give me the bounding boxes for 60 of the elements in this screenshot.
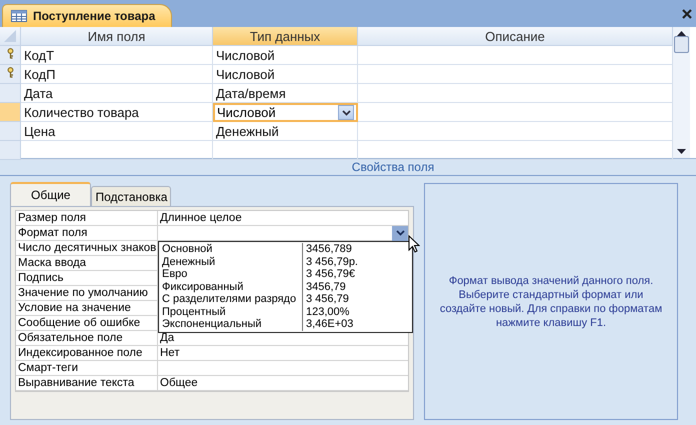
property-value[interactable]: Общее — [158, 376, 408, 391]
property-label: Размер поля — [16, 211, 158, 226]
format-example: 3 456,79€ — [305, 268, 356, 280]
property-label: Подпись — [16, 271, 158, 286]
format-example: 3456,79 — [305, 280, 347, 293]
key-icon — [6, 67, 14, 78]
format-option[interactable]: Денежный — [159, 256, 303, 268]
scrollbar[interactable] — [673, 27, 690, 158]
property-label: Обязательное поле — [16, 331, 158, 346]
property-label: Значение по умолчанию — [16, 286, 158, 301]
data-type-cell: Числовой — [213, 46, 358, 65]
field-name-cell: Количество товара — [21, 103, 213, 122]
table-icon — [11, 10, 27, 22]
format-example: 3 456,79р. — [305, 256, 359, 268]
format-example: 123,00% — [305, 306, 350, 318]
property-label: Число десятичных знаков — [16, 241, 158, 256]
data-type-cell: Числовой — [213, 65, 358, 84]
property-tab[interactable]: Общие — [10, 182, 92, 206]
format-option[interactable]: Евро — [159, 268, 303, 280]
row-selector[interactable] — [0, 46, 21, 65]
property-label: Индексированное поле — [16, 346, 158, 361]
format-option[interactable]: Фиксированный — [159, 280, 303, 293]
chevron-down-icon — [342, 110, 350, 116]
chevron-down-icon — [396, 230, 404, 236]
format-example: 3,46E+03 — [305, 318, 354, 330]
property-label: Выравнивание текста — [16, 376, 158, 391]
data-type-dropdown[interactable]: Числовой — [213, 103, 358, 122]
column-header[interactable]: Имя поля — [21, 27, 213, 46]
scroll-down-icon[interactable] — [677, 149, 686, 154]
empty-cell[interactable] — [213, 141, 358, 160]
field-name-cell: КодТ — [21, 46, 213, 65]
property-label: Смарт-теги — [16, 361, 158, 376]
property-label: Маска ввода — [16, 256, 158, 271]
field-name-cell: КодП — [21, 65, 213, 84]
property-tab[interactable]: Подстановка — [91, 186, 172, 206]
data-type-cell: Денежный — [213, 122, 358, 141]
section-title: Свойства поля — [352, 160, 434, 174]
dropdown-button[interactable] — [392, 226, 408, 240]
format-option[interactable]: Основной — [159, 243, 303, 256]
format-example: 3456,789 — [305, 243, 353, 256]
property-label: Сообщение об ошибке — [16, 316, 158, 331]
property-label: Формат поля — [16, 226, 158, 241]
format-option[interactable]: С разделителями разрядо — [159, 293, 303, 306]
document-tab[interactable]: Поступление товара — [2, 4, 172, 27]
property-value[interactable]: Нет — [158, 346, 408, 361]
column-header[interactable]: Тип данных — [213, 27, 358, 46]
row-selector[interactable] — [0, 65, 21, 84]
field-name-cell: Цена — [21, 122, 213, 141]
empty-cell[interactable] — [358, 141, 673, 160]
format-option[interactable]: Экспоненциальный — [159, 318, 303, 330]
field-name-cell: Дата — [21, 84, 213, 103]
key-icon — [6, 48, 14, 59]
dropdown-button[interactable] — [338, 105, 354, 120]
help-text: Формат вывода значений данного поля. Выберите стандартный формат или создайте новый. Для справки по форматам нажмите клавишу F1. — [439, 274, 663, 330]
format-option[interactable]: Процентный — [159, 306, 303, 318]
scroll-thumb[interactable] — [674, 36, 689, 53]
column-header[interactable]: Описание — [358, 27, 673, 46]
property-value[interactable]: Длинное целое — [158, 211, 408, 226]
property-label: Условие на значение — [16, 301, 158, 316]
format-example: 3 456,79 — [305, 293, 350, 306]
